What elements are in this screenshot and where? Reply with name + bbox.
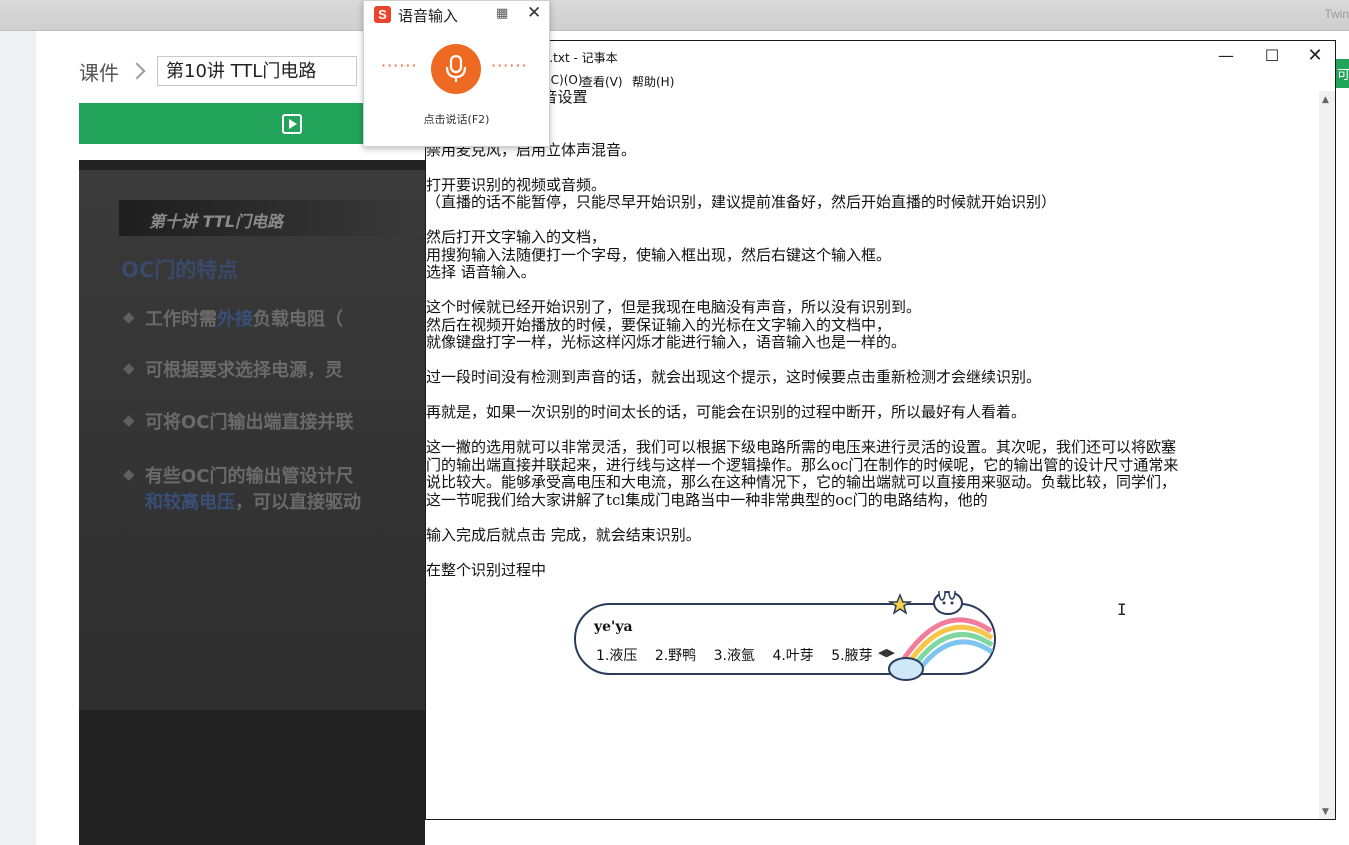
scroll-down-icon[interactable]: ▼ [1322, 807, 1329, 817]
notepad-line: 禁用麦克风，启用立体声混音。 [426, 140, 637, 159]
bullet-text: 有些OC门的输出管设计尺 [145, 466, 354, 487]
sound-wave-right-icon: ······ [491, 56, 528, 75]
scroll-up-icon[interactable]: ▲ [1322, 95, 1329, 105]
notepad-line [426, 352, 1319, 370]
notepad-text-area[interactable]: 打开声音设置 板。 禁用麦克风，启用立体声混音。 打开要识别的视频或音频。（直播… [426, 89, 1319, 819]
ime-candidate[interactable]: 1.液压 [596, 648, 637, 664]
lesson-select[interactable]: 第10讲 TTL门电路 [157, 56, 357, 86]
ime-candidate-list: 1.液压 2.野鸭 3.液氩 4.叶芽 5.腋芽 [596, 645, 886, 665]
minimize-icon[interactable]: — [1203, 41, 1249, 71]
microphone-icon [445, 55, 467, 82]
video-player[interactable]: 第十讲 TTL门电路 OC门的特点 工作时需外接负载电阻（ 可根据要求选择电源，… [79, 160, 425, 845]
rainbow-bunny-decoration-icon [887, 591, 994, 681]
notepad-line: 输入完成后就点击 完成，就会结束识别。 [426, 525, 701, 544]
play-icon [282, 114, 302, 134]
notepad-line [426, 212, 1319, 230]
bullet-highlight: 和较高电压 [145, 492, 235, 513]
sogou-logo-icon: S [374, 6, 391, 23]
notepad-line: 打开声音设置 [426, 89, 1319, 107]
browser-corner-text: Twin [1324, 7, 1349, 21]
ime-candidate[interactable]: 4.叶芽 [772, 648, 813, 664]
slide-banner-text: 第十讲 TTL门电路 [149, 212, 283, 231]
sound-wave-left-icon: ······ [381, 56, 418, 75]
ime-candidate[interactable]: 5.腋芽 [831, 648, 872, 664]
slide-bullet-continued: 和较高电压，可以直接驱动 [145, 488, 361, 514]
bullet-text: 可将OC门输出端直接并联 [145, 412, 354, 433]
bullet-text: 工作时需 [145, 309, 217, 330]
notepad-line: 选择 语音输入。 [426, 263, 536, 281]
notepad-line: 用搜狗输入法随便打一个字母，使输入框出现，然后右键这个输入框。 [426, 245, 892, 264]
notepad-line: （直播的话不能暂停，只能尽早开始识别，建议提前准备好，然后开始直播的时候就开始识… [426, 193, 1057, 211]
notepad-line: 板。 [426, 106, 1319, 125]
notepad-line: 门的输出端直接并联起来，进行线与这样一个逻辑操作。那么oc门在制作的时候呢，它的… [426, 455, 1179, 474]
voice-input-hint: 点击说话(F2) [423, 113, 490, 126]
notepad-line [426, 387, 1319, 405]
microphone-button[interactable] [431, 44, 481, 94]
slide-bullet: 可将OC门输出端直接并联 [123, 408, 354, 434]
notepad-menubar: (C)(O) 查看(V) 帮助(H) [426, 71, 1335, 91]
notepad-line: 这个时候就已经开始识别了，但是我现在电脑没有声音，所以没有识别到。 [426, 298, 922, 316]
slide-bullet: 有些OC门的输出管设计尺 [123, 462, 354, 488]
close-icon[interactable]: ✕ [527, 3, 541, 23]
notepad-line: 这一撇的选用就可以非常灵活，我们可以根据下级电路所需的电压来进行灵活的设置。其次… [426, 438, 1177, 456]
notepad-scrollbar[interactable]: ▲ ▼ [1319, 91, 1335, 819]
bullet-text: 负载电阻（ [253, 309, 343, 330]
menu-format[interactable]: (C)(O) [546, 73, 583, 87]
ime-candidate[interactable]: 2.野鸭 [655, 648, 696, 664]
breadcrumb-label[interactable]: 课件 [79, 57, 119, 86]
slide-heading: OC门的特点 [121, 258, 239, 282]
grid-icon[interactable]: ▦ [496, 6, 508, 21]
notepad-line [426, 509, 1319, 527]
notepad-line: 这一节呢我们给大家讲解了tcl集成门电路当中一种非常典型的oc门的电路结构，他的 [426, 490, 988, 509]
notepad-line: 过一段时间没有检测到声音的话，就会出现这个提示，这时候要点击重新检测才会继续识别… [426, 368, 1042, 386]
maximize-icon[interactable]: ☐ [1249, 41, 1295, 71]
right-edge-glyph: 可 [1337, 68, 1349, 83]
bullet-text: 可根据要求选择电源，灵 [145, 360, 343, 381]
notepad-titlebar[interactable]: l.txt - 记事本 — ☐ ✕ [426, 41, 1335, 71]
notepad-line [426, 422, 1319, 440]
voice-input-title: 语音输入 [398, 7, 459, 25]
notepad-line [426, 282, 1319, 300]
slide-banner: 第十讲 TTL门电路 [119, 200, 425, 236]
chevron-right-icon [128, 62, 146, 80]
slide-bullet: 可根据要求选择电源，灵 [123, 356, 343, 382]
notepad-line: 在整个识别过程中 [426, 560, 547, 579]
notepad-line: 就像键盘打字一样，光标这样闪烁才能进行输入，语音输入也是一样的。 [426, 333, 907, 351]
notepad-line [426, 159, 1319, 177]
ime-candidate[interactable]: 3.液氩 [714, 648, 755, 664]
notepad-line: 然后在视频开始播放的时候，要保证输入的光标在文字输入的文档中， [426, 315, 892, 334]
browser-top-strip: Twin [0, 0, 1349, 31]
notepad-title: l.txt - 记事本 [546, 51, 618, 65]
notepad-line: 然后打开文字输入的文档， [426, 228, 607, 246]
close-icon[interactable]: ✕ [1292, 41, 1338, 71]
menu-help[interactable]: 帮助(H) [632, 73, 674, 90]
text-cursor-icon: I [1117, 600, 1127, 619]
voice-input-popup: S 语音输入 ▦ ✕ ······ ······ 点击说话(F2) [363, 0, 550, 147]
menu-view[interactable]: 查看(V) [581, 73, 623, 90]
notepad-window: l.txt - 记事本 — ☐ ✕ (C)(O) 查看(V) 帮助(H) 打开声… [425, 40, 1336, 820]
bullet-text: ，可以直接驱动 [235, 492, 361, 513]
notepad-line: 再就是，如果一次识别的时间太长的话，可能会在识别的过程中断开，所以最好有人看着。 [426, 403, 1027, 421]
slide-bullet: 工作时需外接负载电阻（ [123, 305, 343, 331]
breadcrumb: 课件 第10讲 TTL门电路 [79, 56, 357, 86]
bullet-highlight: 外接 [217, 309, 253, 330]
play-bar-button[interactable] [79, 103, 369, 144]
ime-candidate-window: ye'ya 1.液压 2.野鸭 3.液氩 4.叶芽 5.腋芽 ◀▶ [574, 591, 996, 681]
notepad-line: 打开要识别的视频或音频。 [426, 175, 607, 194]
slide-content: 第十讲 TTL门电路 OC门的特点 工作时需外接负载电阻（ 可根据要求选择电源，… [79, 170, 425, 710]
notepad-line: 说比较大。能够承受高电压和大电流，那么在这种情况下，它的输出端就可以直接用来驱动… [426, 473, 1177, 491]
notepad-line [426, 544, 1319, 562]
ime-composition: ye'ya [594, 619, 633, 635]
notepad-line [426, 124, 1319, 142]
